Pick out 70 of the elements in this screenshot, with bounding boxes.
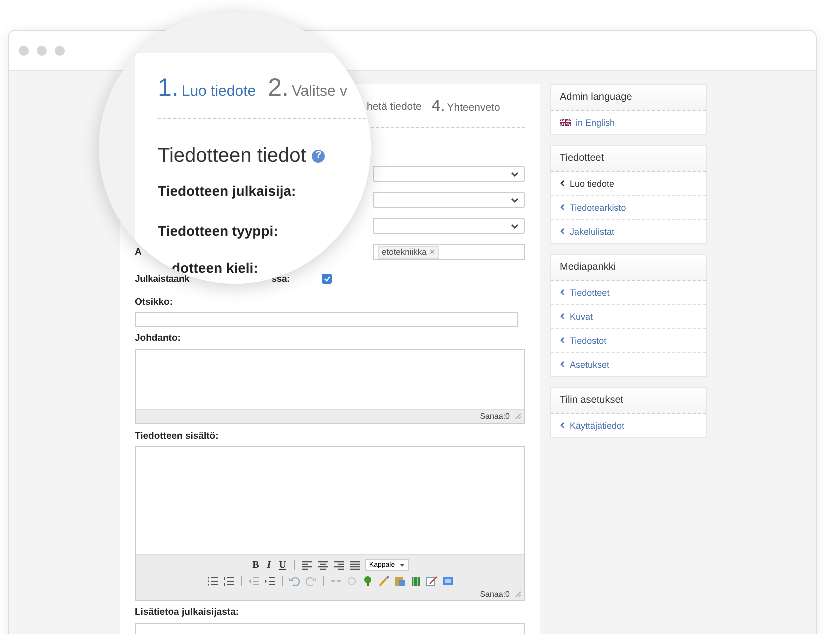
remove-tag-button[interactable]: × (430, 247, 436, 257)
checkbox[interactable] (322, 274, 332, 284)
redo-icon[interactable] (304, 576, 316, 586)
chevron-left-icon (560, 361, 565, 368)
sidebar-link[interactable]: Käyttäjätiedot (551, 414, 706, 437)
select-field[interactable] (373, 166, 525, 182)
word-count: Sanaa:0 (480, 590, 510, 599)
select-field[interactable] (373, 218, 525, 234)
resize-grip-icon[interactable] (515, 591, 522, 598)
window-dot (55, 46, 65, 56)
align-right-icon[interactable] (333, 560, 346, 570)
chevron-left-icon (560, 289, 565, 296)
flag-icon (560, 119, 571, 126)
chevron-down-icon (511, 198, 519, 202)
chevron-left-icon (560, 228, 565, 235)
edit-icon[interactable] (426, 576, 438, 586)
step-link[interactable]: 2.Valitse v (268, 74, 348, 103)
chevron-left-icon (560, 422, 565, 429)
caret-icon (400, 564, 406, 566)
window-dot (19, 46, 29, 56)
justify-icon[interactable] (349, 560, 362, 570)
chevron-down-icon (511, 172, 519, 176)
numbered-list-icon[interactable] (222, 576, 234, 586)
media-icon[interactable] (442, 576, 454, 586)
indent-icon[interactable] (264, 576, 276, 586)
field-label: Otsikko: (135, 297, 174, 309)
underline-button[interactable]: U (277, 560, 288, 570)
title-input-field[interactable] (135, 312, 518, 327)
sidebar-link[interactable]: Kuvat (551, 305, 706, 329)
word-count: Sanaa:0 (480, 412, 510, 421)
chevron-left-icon (560, 337, 565, 344)
align-center-icon[interactable] (317, 560, 330, 570)
step-link[interactable]: 1.Luo tiedote (158, 74, 256, 103)
step-link[interactable]: 4.Yhteenveto (432, 98, 500, 116)
sidebar-link[interactable]: Tiedostot (551, 329, 706, 353)
bullet-list-icon[interactable] (206, 576, 218, 586)
field-label: Julkaistaank (135, 274, 190, 284)
field-label: Lisätietoa julkaisijasta: (135, 607, 240, 619)
sidebar-link[interactable]: in English (551, 111, 706, 134)
sidebar-link[interactable]: Asetukset (551, 353, 706, 376)
field-label: Tiedotteen sisältö: (135, 431, 220, 443)
field-label: Tiedotteen tyyppi: (158, 224, 280, 238)
section-heading: Tiedotteen tiedot (158, 145, 306, 167)
help-icon[interactable]: ? (312, 150, 326, 162)
chevron-left-icon (560, 313, 565, 320)
tag-input-field[interactable]: etotekniikka × (373, 244, 525, 260)
window-dot (37, 46, 47, 56)
sidebar-link[interactable]: Tiedotteet (551, 281, 706, 305)
tag-label: etotekniikka (382, 246, 427, 258)
image-icon[interactable] (362, 576, 374, 586)
sidebar-link[interactable]: Luo tiedote (551, 172, 706, 196)
bold-button[interactable]: B (250, 560, 262, 570)
undo-icon[interactable] (288, 576, 300, 586)
italic-button[interactable]: I (265, 560, 274, 570)
brush-icon[interactable] (378, 576, 390, 586)
sidebar-link[interactable]: Jakelulistat (551, 220, 706, 243)
step-link[interactable]: hetä tiedote (367, 100, 422, 112)
outdent-icon[interactable] (248, 576, 260, 586)
field-label: Tiedotteen julkaisija: (158, 184, 298, 198)
paste-icon[interactable] (394, 576, 406, 586)
field-label: Johdanto: (135, 333, 182, 345)
chevron-left-icon (560, 180, 565, 187)
field-label: A (135, 246, 143, 258)
film-icon[interactable] (410, 576, 422, 586)
resize-grip-icon[interactable] (515, 413, 522, 420)
select-field[interactable] (373, 192, 525, 208)
sidebar-link[interactable]: Tiedotearkisto (551, 196, 706, 220)
chevron-down-icon (511, 224, 519, 228)
chevron-left-icon (560, 204, 565, 211)
align-left-icon[interactable] (301, 560, 314, 570)
